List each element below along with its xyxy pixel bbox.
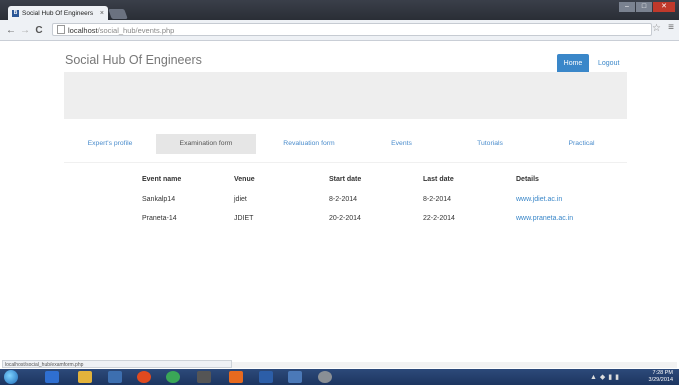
xampp-icon[interactable]: [229, 371, 243, 383]
horizontal-scrollbar[interactable]: [232, 362, 677, 368]
cell-details-link[interactable]: www.jdiet.ac.in: [516, 196, 562, 203]
tab-examination-form[interactable]: Examination form: [156, 134, 256, 154]
minimize-button[interactable]: –: [619, 2, 635, 12]
section-nav: Expert's profile Examination form Revalu…: [64, 134, 627, 154]
bookmark-star-icon[interactable]: ☆: [652, 23, 661, 34]
back-button[interactable]: ←: [4, 25, 18, 36]
browser-tab[interactable]: B Social Hub Of Engineers ×: [8, 6, 108, 20]
tab-revaluation-form[interactable]: Revaluation form: [269, 134, 349, 154]
clock-time: 7:28 PM: [652, 370, 673, 376]
divider: [64, 162, 627, 163]
browser-menu-icon[interactable]: ≡: [668, 22, 674, 33]
cell-start-date: 8-2-2014: [329, 196, 358, 203]
cell-last-date: 8-2-2014: [423, 196, 452, 203]
col-header-event-name: Event name: [142, 176, 182, 183]
cell-event-name: Praneta-14: [142, 215, 177, 222]
page-icon: [57, 25, 65, 34]
jumbotron-banner: [64, 72, 627, 119]
cell-last-date: 22-2-2014: [423, 215, 455, 222]
new-tab-button[interactable]: [108, 9, 128, 19]
clock-date: 3/29/2014: [648, 377, 673, 383]
tool-icon[interactable]: [288, 371, 302, 383]
chrome-icon[interactable]: [166, 371, 180, 383]
tab-events[interactable]: Events: [379, 134, 424, 154]
word-icon[interactable]: [259, 371, 273, 383]
tab-tutorials[interactable]: Tutorials: [464, 134, 516, 154]
tab-close-icon[interactable]: ×: [100, 10, 104, 17]
url-input[interactable]: localhost/social_hub/events.php: [52, 23, 652, 36]
media-player-icon[interactable]: [108, 371, 122, 383]
system-tray-icons[interactable]: ▲◆▮▮: [590, 373, 622, 381]
url-path: /social_hub/events.php: [97, 26, 175, 35]
folder-icon[interactable]: [78, 371, 92, 383]
cell-venue: JDIET: [234, 215, 254, 222]
tab-experts-profile[interactable]: Expert's profile: [74, 134, 146, 154]
cell-details-link[interactable]: www.praneta.ac.in: [516, 215, 573, 222]
forward-button[interactable]: →: [18, 25, 32, 36]
window-controls: – □ ✕: [618, 2, 675, 12]
cell-venue: jdiet: [234, 196, 247, 203]
url-host: localhost: [68, 26, 98, 35]
col-header-details: Details: [516, 176, 539, 183]
ie-icon[interactable]: [45, 371, 59, 383]
favicon-icon: B: [12, 9, 19, 17]
cell-event-name: Sankalp14: [142, 196, 176, 203]
cell-start-date: 20-2-2014: [329, 215, 361, 222]
reload-button[interactable]: C: [32, 25, 46, 36]
col-header-venue: Venue: [234, 176, 255, 183]
col-header-last-date: Last date: [423, 176, 454, 183]
maximize-button[interactable]: □: [636, 2, 652, 12]
close-window-button[interactable]: ✕: [653, 2, 675, 12]
app-icon[interactable]: [197, 371, 211, 383]
status-bar-url: localhost/social_hub/examform.php: [2, 360, 232, 368]
home-button[interactable]: Home: [557, 54, 589, 74]
logout-link[interactable]: Logout: [598, 60, 619, 67]
start-button[interactable]: [4, 370, 18, 384]
taskbar: [0, 369, 679, 385]
tab-title: Social Hub Of Engineers: [22, 9, 94, 17]
clock[interactable]: 7:28 PM 3/29/2014: [649, 370, 673, 384]
col-header-start-date: Start date: [329, 176, 362, 183]
paint-icon[interactable]: [318, 371, 332, 383]
site-brand[interactable]: Social Hub Of Engineers: [65, 53, 202, 67]
tab-practical[interactable]: Practical: [554, 134, 609, 154]
firefox-icon[interactable]: [137, 371, 151, 383]
